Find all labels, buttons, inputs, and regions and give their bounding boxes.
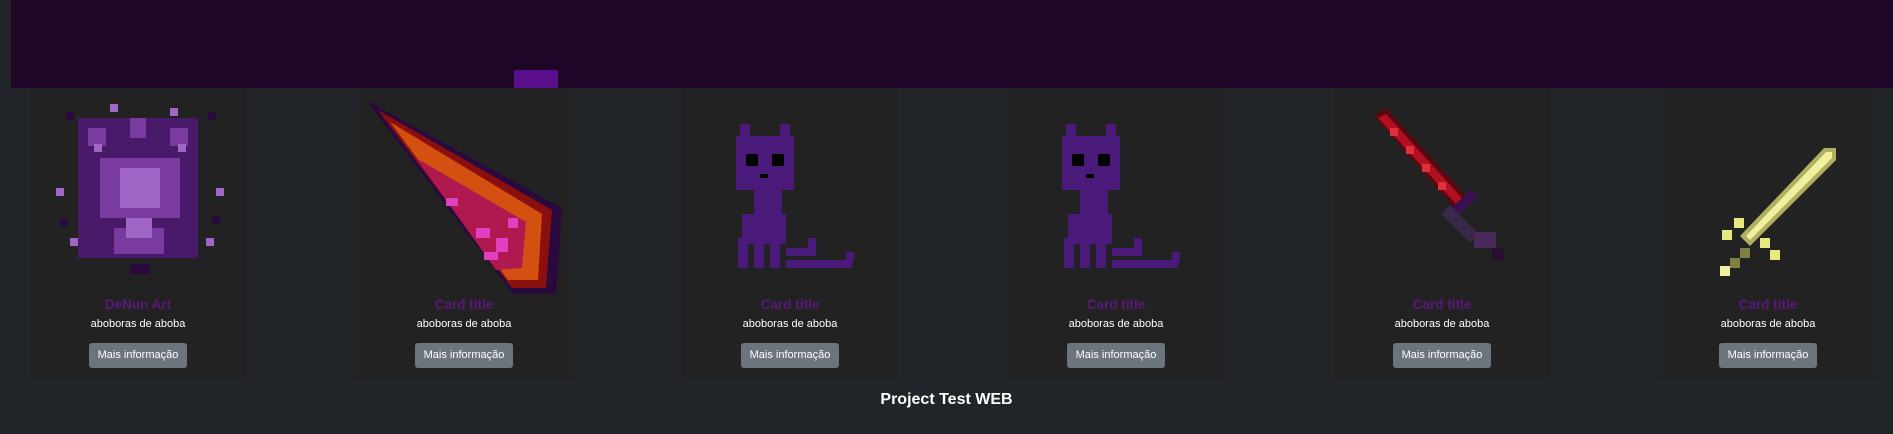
card: Card title aboboras de aboba Mais inform…	[682, 88, 898, 380]
card-text: aboboras de aboba	[742, 318, 838, 330]
card-image	[356, 88, 572, 294]
card-image	[1008, 88, 1224, 294]
card-title: Card title	[434, 297, 494, 312]
card-title: Card title	[1738, 297, 1798, 312]
more-info-button[interactable]: Mais informação	[1066, 343, 1166, 368]
card-title: Card title	[760, 297, 820, 312]
purple-creature-pixel-art-icon	[736, 124, 854, 268]
card-image	[682, 88, 898, 294]
gold-sword-pixel-art-icon	[1720, 148, 1836, 276]
more-info-button[interactable]: Mais informação	[414, 343, 514, 368]
card-title: DeNun Art	[104, 297, 172, 312]
card-text: aboboras de aboba	[1068, 318, 1164, 330]
footer-title: Project Test WEB	[880, 391, 1013, 408]
card: Card title aboboras de aboba Mais inform…	[1334, 88, 1550, 380]
card-title: Card title	[1086, 297, 1146, 312]
card-text: aboboras de aboba	[90, 318, 186, 330]
red-sword-pixel-art-icon	[1374, 108, 1504, 260]
card-image	[30, 88, 246, 294]
more-info-button[interactable]: Mais informação	[88, 343, 188, 368]
banner-tab[interactable]	[514, 70, 558, 88]
top-banner	[11, 0, 1893, 88]
crystal-shard-pixel-art-icon	[366, 100, 562, 294]
card-grid: DeNun Art aboboras de aboba Mais informa…	[0, 88, 1893, 380]
card-title: Card title	[1412, 297, 1472, 312]
card-image	[1660, 88, 1876, 294]
card-image	[1334, 88, 1550, 294]
more-info-button[interactable]: Mais informação	[1718, 343, 1818, 368]
card-text: aboboras de aboba	[416, 318, 512, 330]
more-info-button[interactable]: Mais informação	[1392, 343, 1492, 368]
card: DeNun Art aboboras de aboba Mais informa…	[30, 88, 246, 380]
card-text: aboboras de aboba	[1394, 318, 1490, 330]
more-info-button[interactable]: Mais informação	[740, 343, 840, 368]
card-text: aboboras de aboba	[1720, 318, 1816, 330]
card: Card title aboboras de aboba Mais inform…	[356, 88, 572, 380]
purple-flower-pixel-art-icon	[56, 104, 224, 274]
purple-creature-pixel-art-icon	[1062, 124, 1180, 268]
card: Card title aboboras de aboba Mais inform…	[1008, 88, 1224, 380]
card: Card title aboboras de aboba Mais inform…	[1660, 88, 1876, 380]
